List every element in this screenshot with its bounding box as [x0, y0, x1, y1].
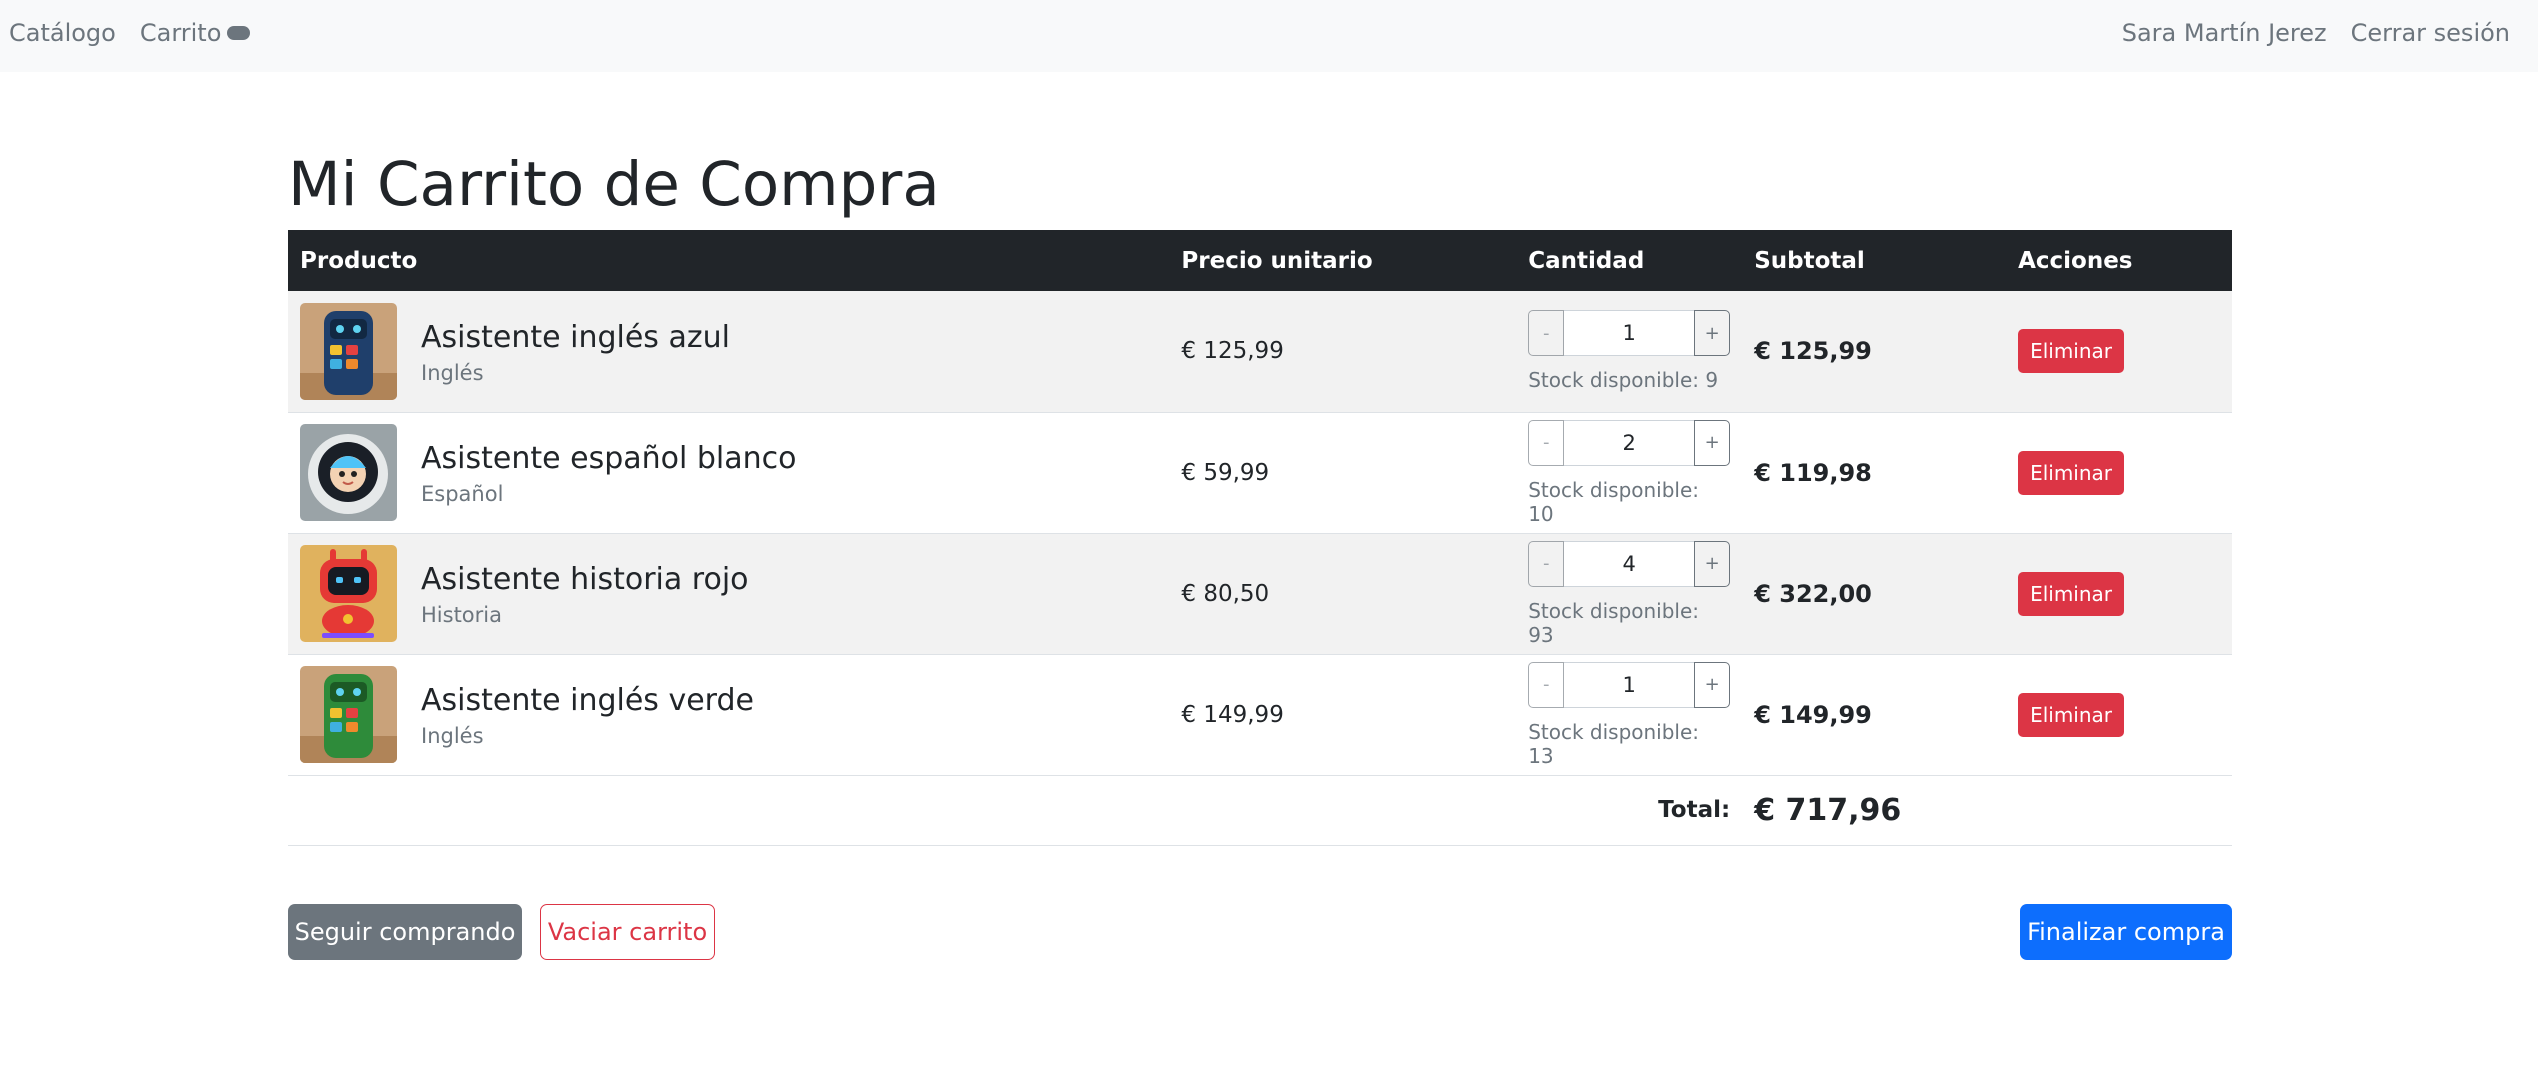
navbar-left: Catálogo Carrito: [9, 0, 274, 66]
navbar-right: Sara Martín Jerez Cerrar sesión: [2098, 0, 2510, 66]
continue-shopping-button[interactable]: Seguir comprando: [288, 904, 522, 960]
product-category: Español: [421, 482, 504, 506]
product-name: Asistente inglés azul: [421, 319, 730, 355]
quantity-input[interactable]: [1564, 661, 1695, 708]
quantity-stepper: - +: [1528, 419, 1731, 466]
nav-link-cart[interactable]: Carrito: [140, 19, 251, 47]
empty-cart-button[interactable]: Vaciar carrito: [540, 904, 715, 960]
navbar: Catálogo Carrito Sara Martín Jerez Cerra…: [0, 0, 2538, 72]
decrease-quantity-button[interactable]: -: [1528, 419, 1565, 466]
row-subtotal: € 125,99: [1754, 337, 1872, 366]
increase-quantity-button[interactable]: +: [1694, 661, 1731, 708]
remove-item-button[interactable]: Eliminar: [2018, 450, 2125, 495]
checkout-button[interactable]: Finalizar compra: [2020, 904, 2232, 960]
remove-item-button[interactable]: Eliminar: [2018, 692, 2125, 737]
product-image-red-assistant[interactable]: [300, 545, 397, 642]
decrease-quantity-button[interactable]: -: [1528, 661, 1565, 708]
unit-price: € 59,99: [1181, 459, 1270, 486]
unit-price: € 125,99: [1181, 338, 1284, 365]
table-row: Asistente inglés verde Inglés € 149,99 -…: [288, 654, 2232, 775]
table-row: Asistente historia rojo Historia € 80,50…: [288, 533, 2232, 654]
stock-available: Stock disponible: 10: [1528, 477, 1700, 526]
stock-available: Stock disponible: 9: [1528, 368, 1719, 393]
product-name: Asistente historia rojo: [421, 562, 749, 597]
increase-quantity-button[interactable]: +: [1694, 540, 1731, 587]
remove-item-button[interactable]: Eliminar: [2018, 571, 2125, 616]
header-product: Producto: [300, 247, 418, 274]
stock-available: Stock disponible: 13: [1528, 719, 1700, 768]
product-image-white-assistant[interactable]: [300, 424, 397, 521]
cart-actions: Seguir comprando Vaciar carrito Finaliza…: [288, 904, 2232, 960]
increase-quantity-button[interactable]: +: [1694, 310, 1731, 357]
product-name: Asistente español blanco: [421, 441, 797, 476]
cart-table: Producto Precio unitario Cantidad Subtot…: [288, 230, 2232, 846]
table-row: Asistente español blanco Español € 59,99…: [288, 412, 2232, 533]
unit-price: € 80,50: [1181, 580, 1270, 607]
total-row: Total: € 717,96: [288, 775, 2232, 845]
table-row: Asistente inglés azul Inglés € 125,99 - …: [288, 291, 2232, 412]
quantity-input[interactable]: [1564, 310, 1695, 357]
header-quantity: Cantidad: [1528, 247, 1645, 274]
product-image-green-assistant[interactable]: [300, 666, 397, 763]
product-name: Asistente inglés verde: [421, 683, 754, 718]
quantity-input[interactable]: [1564, 419, 1695, 466]
product-category: Inglés: [421, 360, 484, 385]
remove-item-button[interactable]: Eliminar: [2018, 329, 2125, 374]
nav-cart-label: Carrito: [139, 19, 222, 47]
cart-count-badge: [227, 26, 251, 40]
row-subtotal: € 322,00: [1754, 579, 1872, 608]
header-unit-price: Precio unitario: [1181, 247, 1373, 274]
table-header-row: Producto Precio unitario Cantidad Subtot…: [288, 230, 2232, 291]
product-image-blue-assistant[interactable]: [300, 302, 397, 400]
quantity-stepper: - +: [1528, 310, 1731, 357]
row-subtotal: € 149,99: [1754, 700, 1872, 729]
unit-price: € 149,99: [1181, 701, 1284, 728]
quantity-stepper: - +: [1528, 661, 1731, 708]
row-subtotal: € 119,98: [1754, 458, 1872, 487]
stock-available: Stock disponible: 93: [1528, 598, 1700, 647]
nav-logout-link[interactable]: Cerrar sesión: [2351, 19, 2510, 47]
main-content: Mi Carrito de Compra Producto Precio uni…: [288, 72, 2232, 846]
header-actions: Acciones: [2018, 247, 2133, 274]
product-category: Historia: [421, 603, 502, 627]
quantity-stepper: - +: [1528, 540, 1731, 587]
decrease-quantity-button[interactable]: -: [1528, 310, 1565, 357]
header-subtotal: Subtotal: [1754, 247, 1865, 274]
total-label: Total:: [1658, 797, 1731, 823]
page-title: Mi Carrito de Compra: [288, 149, 940, 220]
nav-user-name[interactable]: Sara Martín Jerez: [2122, 19, 2327, 47]
increase-quantity-button[interactable]: +: [1694, 419, 1731, 466]
total-value: € 717,96: [1754, 792, 1902, 828]
nav-link-catalog[interactable]: Catálogo: [9, 19, 116, 47]
product-category: Inglés: [421, 724, 484, 748]
quantity-input[interactable]: [1564, 540, 1695, 587]
decrease-quantity-button[interactable]: -: [1528, 540, 1565, 587]
